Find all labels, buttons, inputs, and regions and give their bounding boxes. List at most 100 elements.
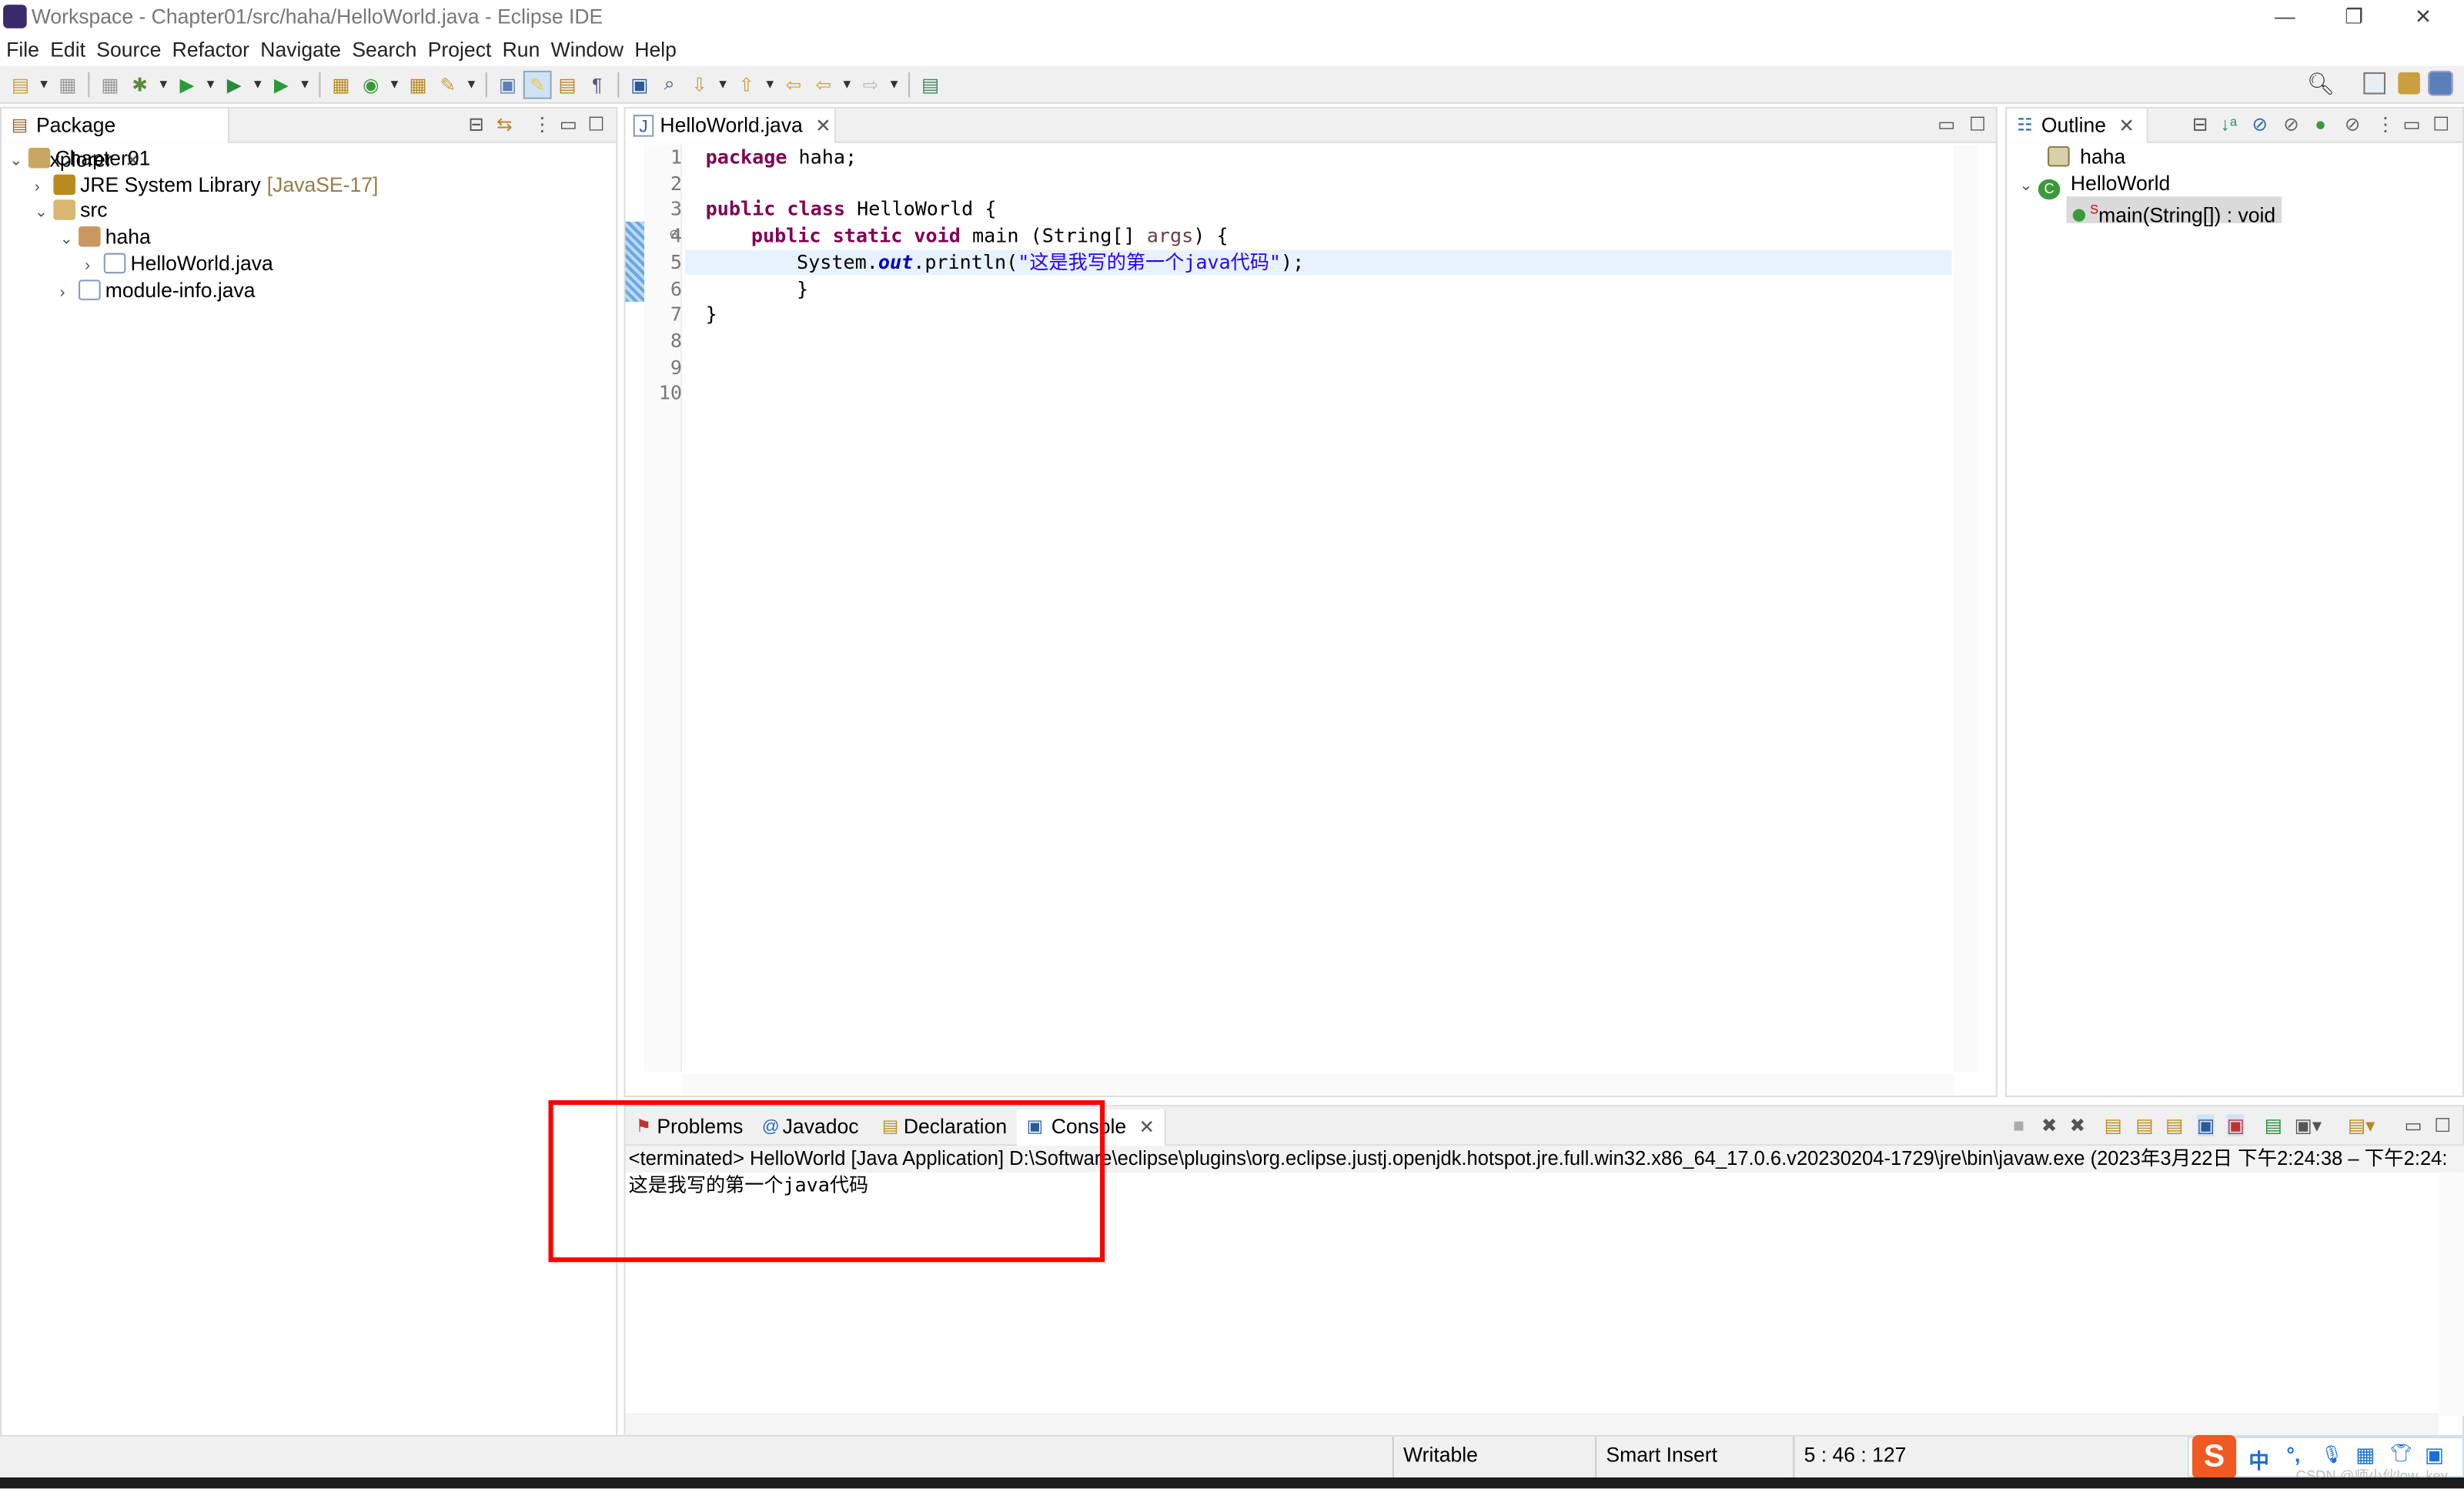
view-menu-icon[interactable]: ⋮ [533, 113, 551, 136]
run-icon[interactable]: ▶ [175, 72, 200, 97]
mark-occurrences-icon[interactable]: ▤ [555, 72, 580, 97]
debug-icon[interactable]: ✱ [127, 72, 152, 97]
microphone-icon[interactable]: 🎙︎ [2321, 1444, 2343, 1464]
outline-item-class[interactable]: ⌄ C HelloWorld [2019, 169, 2170, 200]
outline-item-method[interactable]: Smain(String[]) : void [2066, 196, 2282, 227]
dropdown-arrow-icon[interactable]: ▼ [157, 72, 169, 97]
menu-project[interactable]: Project [428, 38, 492, 62]
hide-local-types-icon[interactable]: ⊘ [2345, 113, 2361, 136]
dropdown-arrow-icon[interactable]: ▼ [841, 72, 853, 97]
ime-punctuation-icon[interactable]: °, [2286, 1443, 2300, 1467]
tree-item[interactable]: ⌄ Chapter01 [9, 145, 150, 172]
menu-source[interactable]: Source [96, 38, 161, 62]
minimize-view-icon[interactable]: ▭ [1937, 113, 1955, 136]
maximize-view-icon[interactable]: ☐ [2434, 1114, 2451, 1136]
dropdown-arrow-icon[interactable]: ▼ [252, 72, 264, 97]
tab-package-explorer[interactable]: ▤ Package Explorer ✕ [2, 108, 230, 172]
chevron-down-icon[interactable]: ⌄ [60, 226, 79, 253]
menu-window[interactable]: Window [551, 38, 624, 62]
dropdown-arrow-icon[interactable]: ▼ [465, 72, 477, 97]
dropdown-arrow-icon[interactable]: ▼ [204, 72, 216, 97]
minimize-view-icon[interactable]: ▭ [560, 113, 577, 136]
menu-edit[interactable]: Edit [50, 38, 85, 62]
minimize-view-icon[interactable]: ▭ [2404, 1114, 2422, 1136]
scroll-lock-icon[interactable]: ▤ [2135, 1114, 2153, 1136]
search-icon[interactable]: ⌕ [657, 72, 682, 97]
minimize-button[interactable]: — [2250, 0, 2319, 35]
maximize-view-icon[interactable]: ☐ [588, 113, 605, 136]
new-class-icon[interactable]: ◉ [358, 72, 383, 97]
chevron-down-icon[interactable]: ⌄ [35, 200, 53, 227]
minimize-view-icon[interactable]: ▭ [2402, 113, 2420, 136]
dropdown-arrow-icon[interactable]: ▼ [388, 72, 400, 97]
link-with-editor-icon[interactable]: ⇆ [496, 113, 513, 136]
close-tab-icon[interactable]: ✕ [815, 115, 831, 137]
save-icon[interactable]: ▦ [55, 72, 80, 97]
chevron-right-icon[interactable]: › [60, 279, 79, 306]
console-vertical-scrollbar[interactable] [2439, 1172, 2464, 1417]
dropdown-arrow-icon[interactable]: ▼ [299, 72, 311, 97]
console-horizontal-scrollbar[interactable] [625, 1413, 2439, 1435]
menu-search[interactable]: Search [352, 38, 416, 62]
next-annotation-icon[interactable]: ⇩ [687, 72, 712, 97]
toggle-highlight-icon[interactable]: ✎ [523, 69, 552, 99]
java-ee-perspective-icon[interactable] [2398, 72, 2420, 95]
outline-item-package[interactable]: haha [2048, 143, 2125, 170]
sort-icon[interactable]: ↓ᵃ [2221, 113, 2237, 136]
hide-non-public-icon[interactable]: ● [2315, 113, 2326, 136]
open-task-icon[interactable]: ✎ [435, 72, 460, 97]
display-console-icon[interactable]: ▣▾ [2295, 1114, 2322, 1136]
close-button[interactable]: ✕ [2389, 0, 2458, 35]
maximize-view-icon[interactable]: ☐ [1969, 113, 1986, 136]
sogou-logo[interactable]: S [2192, 1434, 2237, 1480]
skin-icon[interactable]: 👕︎ [2390, 1443, 2412, 1463]
tree-item[interactable]: › module-info.java [60, 276, 256, 303]
run-external-icon[interactable]: ▶ [269, 72, 294, 97]
tree-item[interactable]: › HelloWorld.java [85, 249, 273, 276]
pin-console-icon[interactable]: ▤ [2265, 1114, 2282, 1136]
menu-navigate[interactable]: Navigate [260, 38, 341, 62]
menu-run[interactable]: Run [503, 38, 540, 62]
save-all-icon[interactable]: ▦ [98, 72, 123, 97]
open-perspective-icon[interactable] [2363, 72, 2385, 95]
collapse-all-icon[interactable]: ⊟ [2192, 113, 2208, 136]
show-on-stdout-icon[interactable]: ▣ [2197, 1114, 2215, 1137]
dropdown-arrow-icon[interactable]: ▼ [888, 72, 901, 97]
hide-fields-icon[interactable]: ⊘ [2252, 113, 2268, 136]
tree-item[interactable]: ⌄ haha [60, 223, 151, 250]
remove-all-launches-icon[interactable]: ✖ [2070, 1114, 2086, 1136]
show-whitespace-icon[interactable]: ¶ [584, 72, 610, 97]
close-tab-icon[interactable]: ✕ [2118, 115, 2135, 137]
clear-console-icon[interactable]: ▤ [2105, 1114, 2122, 1136]
menu-help[interactable]: Help [634, 38, 677, 62]
tab-helloworld-java[interactable]: J HelloWorld.java ✕ [625, 108, 837, 143]
back-icon[interactable]: ⇦ [811, 72, 836, 97]
java-perspective-icon[interactable] [2428, 70, 2453, 96]
collapse-all-icon[interactable]: ⊟ [468, 113, 484, 136]
restore-button[interactable]: ❐ [2319, 0, 2389, 35]
open-perspective-icon[interactable]: ▣ [495, 72, 520, 97]
prev-annotation-icon[interactable]: ⇧ [734, 72, 759, 97]
view-menu-icon[interactable]: ⋮ [2376, 113, 2395, 136]
tree-item[interactable]: ⌄ src [35, 197, 108, 224]
ime-chinese-mode-icon[interactable]: 中 [2248, 1444, 2269, 1474]
remove-launch-icon[interactable]: ✖ [2041, 1114, 2058, 1136]
menu-file[interactable]: File [6, 38, 39, 62]
horizontal-scrollbar[interactable] [682, 1073, 1955, 1096]
maximize-view-icon[interactable]: ☐ [2432, 113, 2449, 136]
console-icon[interactable]: ▣ [627, 72, 653, 97]
open-console-icon[interactable]: ▤▾ [2348, 1114, 2375, 1136]
new-icon[interactable]: ▤ [8, 72, 33, 97]
dropdown-arrow-icon[interactable]: ▼ [38, 72, 50, 97]
vertical-scrollbar[interactable] [1953, 144, 1979, 1072]
forward-icon[interactable]: ⇨ [858, 72, 884, 97]
code-area[interactable]: 1 2 3 4 5 6 7 8 9 10 ⊖ package haha; public class… [644, 145, 1952, 1072]
pin-editor-icon[interactable]: ▤ [918, 72, 943, 97]
open-type-icon[interactable]: ▦ [406, 72, 431, 97]
chevron-down-icon[interactable]: ⌄ [2019, 173, 2038, 200]
terminate-icon[interactable]: ■ [2013, 1114, 2024, 1136]
coverage-icon[interactable]: ▶ [222, 72, 247, 97]
dropdown-arrow-icon[interactable]: ▼ [764, 72, 776, 97]
chevron-down-icon[interactable]: ⌄ [9, 148, 28, 175]
close-tab-icon[interactable]: ✕ [1138, 1116, 1155, 1138]
